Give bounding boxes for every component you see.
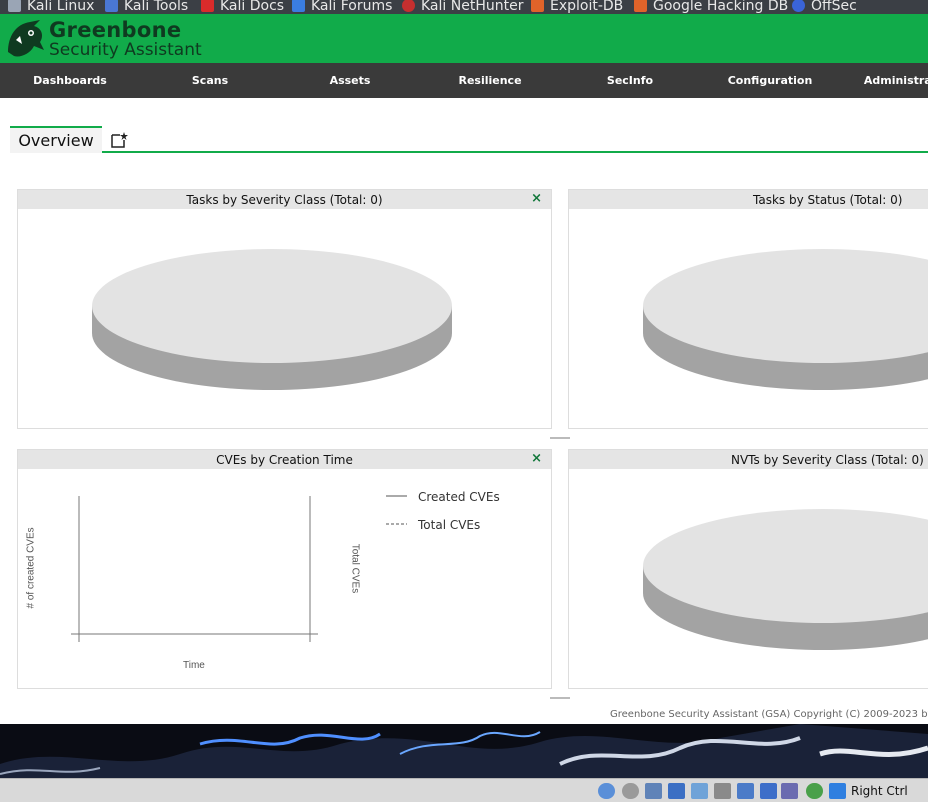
panel-header[interactable]: Tasks by Severity Class (Total: 0) × (18, 190, 551, 209)
optical-drive-icon[interactable] (622, 783, 639, 799)
nav-configuration[interactable]: Configuration (700, 63, 840, 98)
bookmark-label: Google Hacking DB (653, 0, 789, 14)
bookmark-kali-forums[interactable]: Kali Forums (292, 0, 392, 14)
display-icon[interactable] (737, 783, 754, 799)
bookmark-google-hacking-db[interactable]: Google Hacking DB (634, 0, 788, 14)
legend-created-cves: Created CVEs (418, 490, 500, 504)
storage-icon[interactable] (598, 783, 615, 799)
x-axis-label: Time (183, 660, 205, 671)
gsa-header: Greenbone Security Assistant (0, 14, 928, 63)
new-dashboard-icon[interactable] (110, 131, 128, 149)
panel-tasks-by-severity: Tasks by Severity Class (Total: 0) × (17, 189, 552, 429)
shared-folders-icon[interactable] (714, 783, 731, 799)
bookmark-exploit-db[interactable]: Exploit-DB (531, 0, 623, 14)
host-key-label: Right Ctrl (851, 784, 908, 798)
dashboard-tabs: Overview (10, 126, 928, 153)
panel-nvts-by-severity: NVTs by Severity Class (Total: 0) (568, 449, 928, 689)
nav-scans[interactable]: Scans (140, 63, 280, 98)
panel-tasks-by-status: Tasks by Status (Total: 0) (568, 189, 928, 429)
bookmark-label: Kali Linux (27, 0, 95, 14)
bookmark-label: Kali Docs (220, 0, 285, 14)
nav-assets[interactable]: Assets (280, 63, 420, 98)
nethunter-icon (402, 0, 415, 12)
audio-icon[interactable] (645, 783, 662, 799)
close-icon[interactable]: × (531, 191, 542, 206)
panel-title: Tasks by Status (Total: 0) (753, 192, 903, 207)
panel-header[interactable]: NVTs by Severity Class (Total: 0) (569, 450, 928, 469)
exploit-db-icon (531, 0, 544, 12)
resize-handle[interactable] (550, 697, 570, 699)
nav-administration[interactable]: Administration (840, 63, 928, 98)
ghdb-icon (634, 0, 647, 12)
status-pie-chart (643, 249, 928, 390)
offsec-icon (792, 0, 805, 12)
wallpaper-image (0, 724, 928, 778)
recording-icon[interactable] (760, 783, 777, 799)
bookmark-label: Kali NetHunter (421, 0, 524, 14)
bookmark-kali-nethunter[interactable]: Kali NetHunter (402, 0, 523, 14)
kali-docs-icon (201, 0, 214, 12)
bookmark-label: OffSec (811, 0, 857, 14)
cve-line-chart (71, 495, 407, 642)
nav-resilience[interactable]: Resilience (420, 63, 560, 98)
y-axis-right-label: Total CVEs (349, 543, 361, 594)
cpu-icon[interactable] (781, 783, 798, 799)
vm-status-bar: Right Ctrl (0, 778, 928, 802)
main-nav: Dashboards Scans Assets Resilience SecIn… (0, 63, 928, 98)
bookmark-kali-linux[interactable]: Kali Linux (8, 0, 94, 14)
bookmark-kali-docs[interactable]: Kali Docs (201, 0, 284, 14)
tab-overview[interactable]: Overview (10, 126, 102, 153)
keyboard-icon[interactable] (829, 783, 846, 799)
bookmark-label: Kali Forums (311, 0, 393, 14)
desktop-wallpaper (0, 724, 928, 778)
network-icon[interactable] (668, 783, 685, 799)
kali-dragon-icon (8, 0, 21, 12)
pie-top (92, 249, 452, 363)
y-axis-left-label: # of created CVEs (25, 527, 37, 609)
resize-handle[interactable] (550, 437, 570, 439)
mouse-integration-icon[interactable] (806, 783, 823, 799)
kali-tools-icon (105, 0, 118, 12)
legend-total-cves: Total CVEs (418, 518, 481, 532)
severity-pie-chart (92, 249, 452, 390)
app-subtitle: Security Assistant (49, 40, 202, 60)
bookmark-label: Exploit-DB (550, 0, 624, 14)
panel-cves-by-creation-time: CVEs by Creation Time × Created CVEs Tot… (17, 449, 552, 689)
bookmarks-bar: Kali Linux Kali Tools Kali Docs Kali For… (0, 0, 928, 14)
nav-dashboards[interactable]: Dashboards (0, 63, 140, 98)
panel-title: NVTs by Severity Class (Total: 0) (731, 452, 924, 467)
usb-icon[interactable] (691, 783, 708, 799)
nvts-pie-chart (643, 509, 928, 650)
screen: Kali Linux Kali Tools Kali Docs Kali For… (0, 0, 928, 802)
kali-forums-icon (292, 0, 305, 12)
panel-title: Tasks by Severity Class (Total: 0) (186, 192, 383, 207)
bookmark-offsec[interactable]: OffSec (792, 0, 857, 14)
copyright-footer: Greenbone Security Assistant (GSA) Copyr… (610, 709, 928, 720)
nav-secinfo[interactable]: SecInfo (560, 63, 700, 98)
panel-header[interactable]: Tasks by Status (Total: 0) (569, 190, 928, 209)
app-title: Greenbone (49, 18, 182, 42)
greenbone-logo-icon[interactable] (4, 16, 46, 62)
bookmark-kali-tools[interactable]: Kali Tools (105, 0, 188, 14)
bookmark-label: Kali Tools (124, 0, 189, 14)
